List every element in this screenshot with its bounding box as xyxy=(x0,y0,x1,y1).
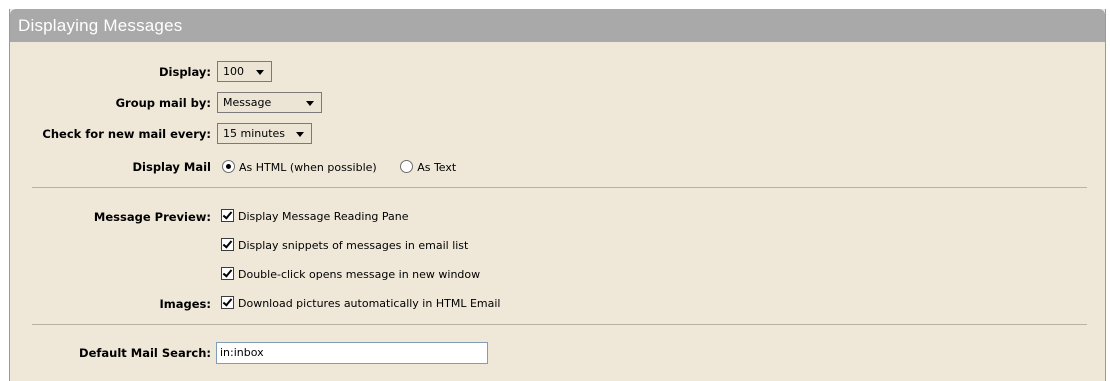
double-click-checkbox[interactable] xyxy=(221,267,234,280)
message-preview-label: Message Preview: xyxy=(93,210,211,224)
divider xyxy=(32,187,1087,188)
settings-panel: Displaying Messages Display: 100 Group m… xyxy=(9,9,1106,381)
chevron-down-icon xyxy=(296,132,304,137)
check-mail-select-value: 15 minutes xyxy=(223,127,286,140)
snippets-label: Display snippets of messages in email li… xyxy=(238,239,469,252)
download-pictures-option[interactable]: Download pictures automatically in HTML … xyxy=(221,296,500,310)
double-click-label: Double-click opens message in new window xyxy=(238,268,481,281)
default-search-row: Default Mail Search: in:inbox xyxy=(10,341,1105,365)
reading-pane-checkbox[interactable] xyxy=(221,209,234,222)
display-label: Display: xyxy=(158,65,211,79)
radio-as-text-label: As Text xyxy=(417,161,457,174)
group-mail-row: Group mail by: Message xyxy=(10,91,1105,115)
display-mail-radio-group: As HTML (when possible) As Text xyxy=(222,160,476,174)
display-mail-row: Display Mail As HTML (when possible) As … xyxy=(10,155,1105,179)
check-mail-row: Check for new mail every: 15 minutes xyxy=(10,122,1105,146)
display-mail-label: Display Mail xyxy=(132,160,211,174)
reading-pane-option[interactable]: Display Message Reading Pane xyxy=(221,209,409,223)
radio-as-html-label: As HTML (when possible) xyxy=(239,161,377,174)
section-title: Displaying Messages xyxy=(18,16,183,35)
check-mail-label: Check for new mail every: xyxy=(42,127,211,141)
display-row: Display: 100 xyxy=(10,60,1105,84)
group-mail-select-value: Message xyxy=(223,96,272,109)
display-select-value: 100 xyxy=(223,65,244,78)
download-pictures-label: Download pictures automatically in HTML … xyxy=(238,297,501,310)
display-select[interactable]: 100 xyxy=(217,61,272,82)
default-search-input[interactable]: in:inbox xyxy=(216,342,488,364)
snippets-checkbox[interactable] xyxy=(221,238,234,251)
group-mail-label: Group mail by: xyxy=(115,96,211,110)
download-pictures-checkbox[interactable] xyxy=(221,296,234,309)
radio-as-html[interactable]: As HTML (when possible) xyxy=(222,160,377,174)
default-search-label: Default Mail Search: xyxy=(79,346,211,360)
group-mail-select[interactable]: Message xyxy=(217,92,322,113)
radio-button-selected[interactable] xyxy=(222,160,235,173)
section-header: Displaying Messages xyxy=(10,9,1105,42)
chevron-down-icon xyxy=(306,101,314,106)
divider xyxy=(32,324,1087,325)
double-click-option[interactable]: Double-click opens message in new window xyxy=(221,267,480,281)
double-click-row: Double-click opens message in new window xyxy=(10,263,1105,287)
snippets-option[interactable]: Display snippets of messages in email li… xyxy=(221,238,468,252)
chevron-down-icon xyxy=(256,70,264,75)
images-label: Images: xyxy=(159,297,212,311)
radio-as-text[interactable]: As Text xyxy=(400,160,456,174)
radio-button[interactable] xyxy=(400,160,414,173)
snippets-row: Display snippets of messages in email li… xyxy=(10,234,1105,258)
message-preview-row: Message Preview: Display Message Reading… xyxy=(10,205,1105,229)
check-mail-select[interactable]: 15 minutes xyxy=(217,123,312,144)
reading-pane-label: Display Message Reading Pane xyxy=(238,210,409,223)
images-row: Images: Download pictures automatically … xyxy=(10,292,1105,316)
